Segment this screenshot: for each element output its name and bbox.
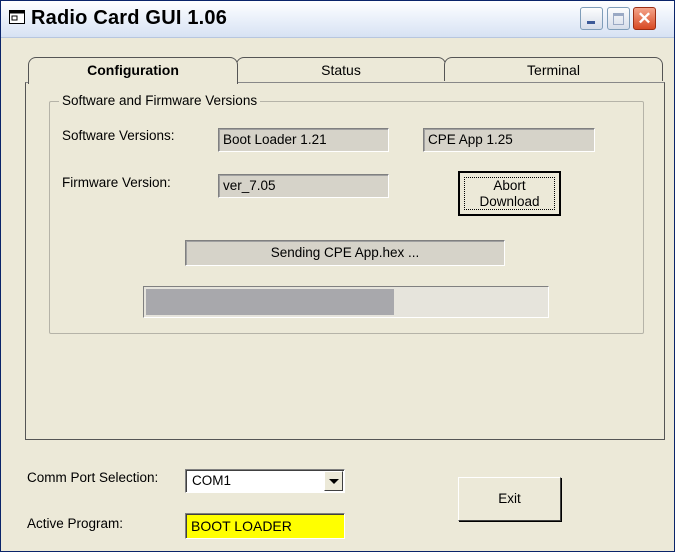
download-progress-bar [143,286,549,318]
minimize-button[interactable] [580,7,603,30]
title-bar[interactable]: Radio Card GUI 1.06 ✕ [1,1,674,38]
active-program-field: BOOT LOADER [185,513,345,539]
app-icon [9,10,25,24]
tab-terminal[interactable]: Terminal [444,57,663,81]
firmware-version-label: Firmware Version: [62,175,171,190]
exit-button[interactable]: Exit [458,477,561,521]
comm-port-select[interactable]: COM1 [185,469,345,493]
boot-loader-version-field: Boot Loader 1.21 [218,128,389,152]
main-window: Radio Card GUI 1.06 ✕ Configuration Stat… [0,0,675,552]
abort-download-button[interactable]: Abort Download [458,171,561,216]
status-message-field: Sending CPE App.hex ... [185,240,505,266]
tab-configuration[interactable]: Configuration [28,57,238,84]
tab-status[interactable]: Status [236,57,446,81]
abort-label: Abort [493,178,526,193]
software-versions-label: Software Versions: [62,128,175,143]
firmware-version-field: ver_7.05 [218,174,389,198]
comm-port-label: Comm Port Selection: [27,470,159,485]
active-program-label: Active Program: [27,516,124,531]
cpe-app-version-field: CPE App 1.25 [423,128,595,152]
tab-strip: Configuration Status Terminal [24,57,666,84]
comm-port-value: COM1 [192,473,232,488]
progress-fill [146,289,394,315]
close-icon: ✕ [637,9,652,28]
versions-group-legend: Software and Firmware Versions [59,93,261,108]
maximize-button[interactable] [607,7,630,30]
close-button[interactable]: ✕ [633,7,656,30]
window-title: Radio Card GUI 1.06 [31,7,228,29]
chevron-down-icon[interactable] [324,471,343,491]
download-label: Download [479,194,540,209]
